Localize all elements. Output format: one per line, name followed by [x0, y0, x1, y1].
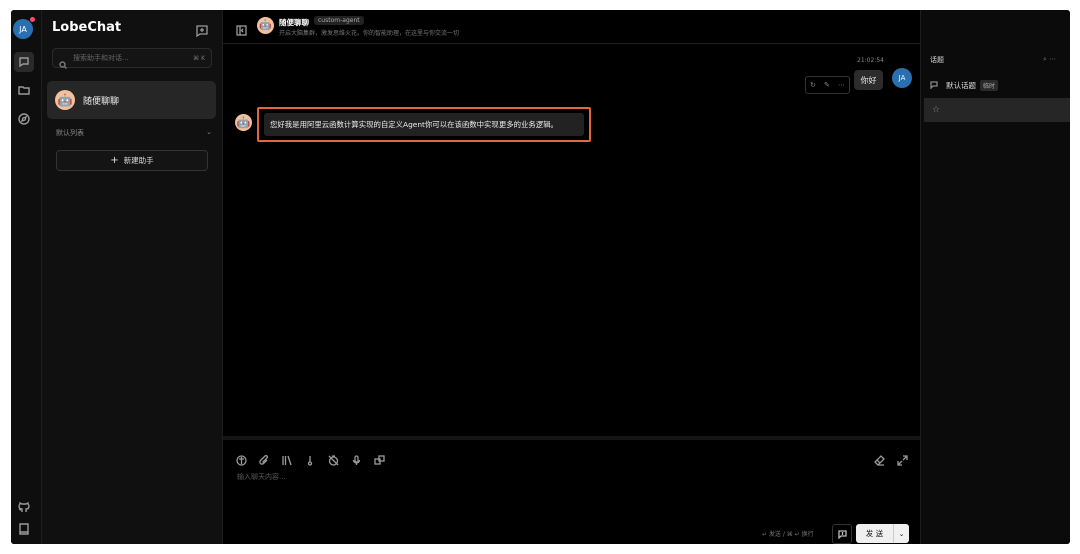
library-icon — [282, 455, 292, 466]
session-group-header[interactable]: 默认列表 ⌄ — [56, 128, 212, 138]
agent-avatar: 🤖 — [55, 90, 75, 110]
microphone-icon — [352, 455, 361, 465]
history-button[interactable] — [328, 451, 339, 466]
new-chat-button[interactable] — [196, 22, 208, 38]
tokens-icon — [374, 455, 385, 465]
temporary-badge: 临时 — [980, 80, 999, 91]
agent-description: 开启大脑集群，激发思维火花。你的智能助理，在这里与你交流一切 — [279, 30, 460, 37]
star-icon[interactable]: ☆ — [932, 105, 940, 115]
send-options-button[interactable]: ⌄ — [893, 524, 909, 543]
new-topic-icon — [837, 529, 847, 539]
assistant-avatar: 🤖 — [235, 114, 252, 131]
assistant-message-highlight: 您好我是用阿里云函数计算实现的自定义Agent你可以在该函数中实现更多的业务逻辑… — [257, 107, 591, 142]
notification-dot — [30, 17, 35, 22]
session-title: 随便聊聊 — [83, 96, 120, 107]
chat-main: 🤖 随便聊聊 custom-agent 开启大脑集群，激发思维火花。你的智能助理… — [223, 10, 1063, 544]
github-icon — [18, 501, 30, 512]
book-icon — [19, 523, 29, 535]
agent-avatar[interactable]: 🤖 — [257, 17, 274, 34]
nav-rail: JA — [11, 10, 42, 544]
user-message: 你好 — [854, 70, 883, 90]
timer-off-icon — [328, 455, 339, 466]
new-agent-button[interactable]: + 新建助手 — [56, 150, 208, 171]
chat-header: 🤖 随便聊聊 custom-agent 开启大脑集群，激发思维火花。你的智能助理… — [223, 10, 1063, 44]
new-topic-button[interactable] — [832, 524, 852, 544]
regenerate-icon[interactable]: ↻ — [810, 81, 816, 89]
discover-nav-button[interactable] — [14, 109, 34, 129]
topic-label: 默认话题 — [946, 81, 976, 90]
more-icon[interactable]: ⋯ — [1049, 55, 1056, 63]
search-shortcut: ⌘ K — [193, 54, 205, 62]
model-select-button[interactable] — [236, 451, 247, 466]
send-hint: ↵ 发送 / ⌘ ↵ 换行 — [762, 531, 814, 538]
github-button[interactable] — [14, 497, 34, 517]
topics-panel: 话题 ⌕ ⋯ 默认话题 临时 ☆ — [921, 10, 1070, 544]
assistant-message: 您好我是用阿里云函数计算实现的自定义Agent你可以在该函数中实现更多的业务逻辑… — [264, 113, 584, 136]
user-avatar[interactable]: JA — [13, 19, 33, 39]
new-message-icon — [196, 25, 208, 38]
files-nav-button[interactable] — [14, 80, 34, 100]
agent-tag: custom-agent — [314, 16, 364, 25]
brand-logo: LobeChat — [52, 20, 122, 35]
knowledge-button[interactable] — [282, 451, 293, 466]
folder-icon — [18, 86, 30, 95]
topics-toolbar: ⌕ ⋯ — [1043, 55, 1056, 64]
chat-nav-button[interactable] — [14, 52, 34, 72]
user-avatar[interactable]: JA — [892, 68, 912, 88]
search-icon[interactable]: ⌕ — [1043, 55, 1047, 63]
attach-button[interactable] — [259, 451, 270, 465]
expand-icon — [897, 455, 908, 466]
more-icon[interactable]: ⋯ — [838, 81, 845, 89]
topics-title: 话题 — [930, 56, 944, 64]
compass-icon — [18, 113, 30, 125]
search-input[interactable] — [71, 53, 190, 63]
session-sidebar: LobeChat ⌘ K 🤖 随便聊聊 默认列表 ⌄ + 新建助手 — [42, 10, 223, 544]
send-button[interactable]: 发 送 — [856, 524, 893, 543]
group-label: 默认列表 — [56, 129, 84, 137]
clear-button[interactable] — [874, 451, 885, 466]
model-icon — [236, 455, 247, 466]
search-box[interactable]: ⌘ K — [52, 48, 212, 70]
topic-item-selected[interactable]: ☆ — [924, 98, 1070, 122]
temperature-button[interactable] — [305, 451, 316, 466]
agent-name: 随便聊聊 — [279, 18, 309, 27]
paperclip-icon — [259, 454, 269, 465]
thermometer-icon — [307, 456, 313, 466]
expand-button[interactable] — [897, 451, 908, 466]
message-timestamp: 21:02:54 — [857, 57, 884, 64]
toggle-sidebar-button[interactable] — [236, 21, 247, 36]
search-icon — [59, 54, 68, 70]
chat-input[interactable] — [235, 472, 739, 482]
plus-icon: + — [110, 155, 119, 166]
topic-item-default[interactable]: 默认话题 临时 — [930, 80, 999, 91]
panel-left-icon — [236, 25, 247, 36]
voice-button[interactable] — [351, 451, 362, 465]
chat-icon — [19, 57, 29, 68]
app-window: JA LobeChat ⌘ K 🤖 — [11, 10, 1070, 544]
session-item-active[interactable]: 🤖 随便聊聊 — [47, 81, 216, 119]
eraser-icon — [874, 455, 885, 466]
composer: ↵ 发送 / ⌘ ↵ 换行 发 送 ⌄ — [223, 436, 920, 544]
message-actions: ↻ ✎ ⋯ — [805, 76, 850, 94]
chat-icon — [930, 80, 938, 91]
new-agent-label: 新建助手 — [123, 156, 154, 165]
chevron-down-icon: ⌄ — [898, 529, 905, 538]
chevron-down-icon: ⌄ — [206, 128, 212, 136]
docs-button[interactable] — [14, 519, 34, 539]
token-button[interactable] — [374, 451, 385, 465]
edit-icon[interactable]: ✎ — [824, 81, 830, 89]
